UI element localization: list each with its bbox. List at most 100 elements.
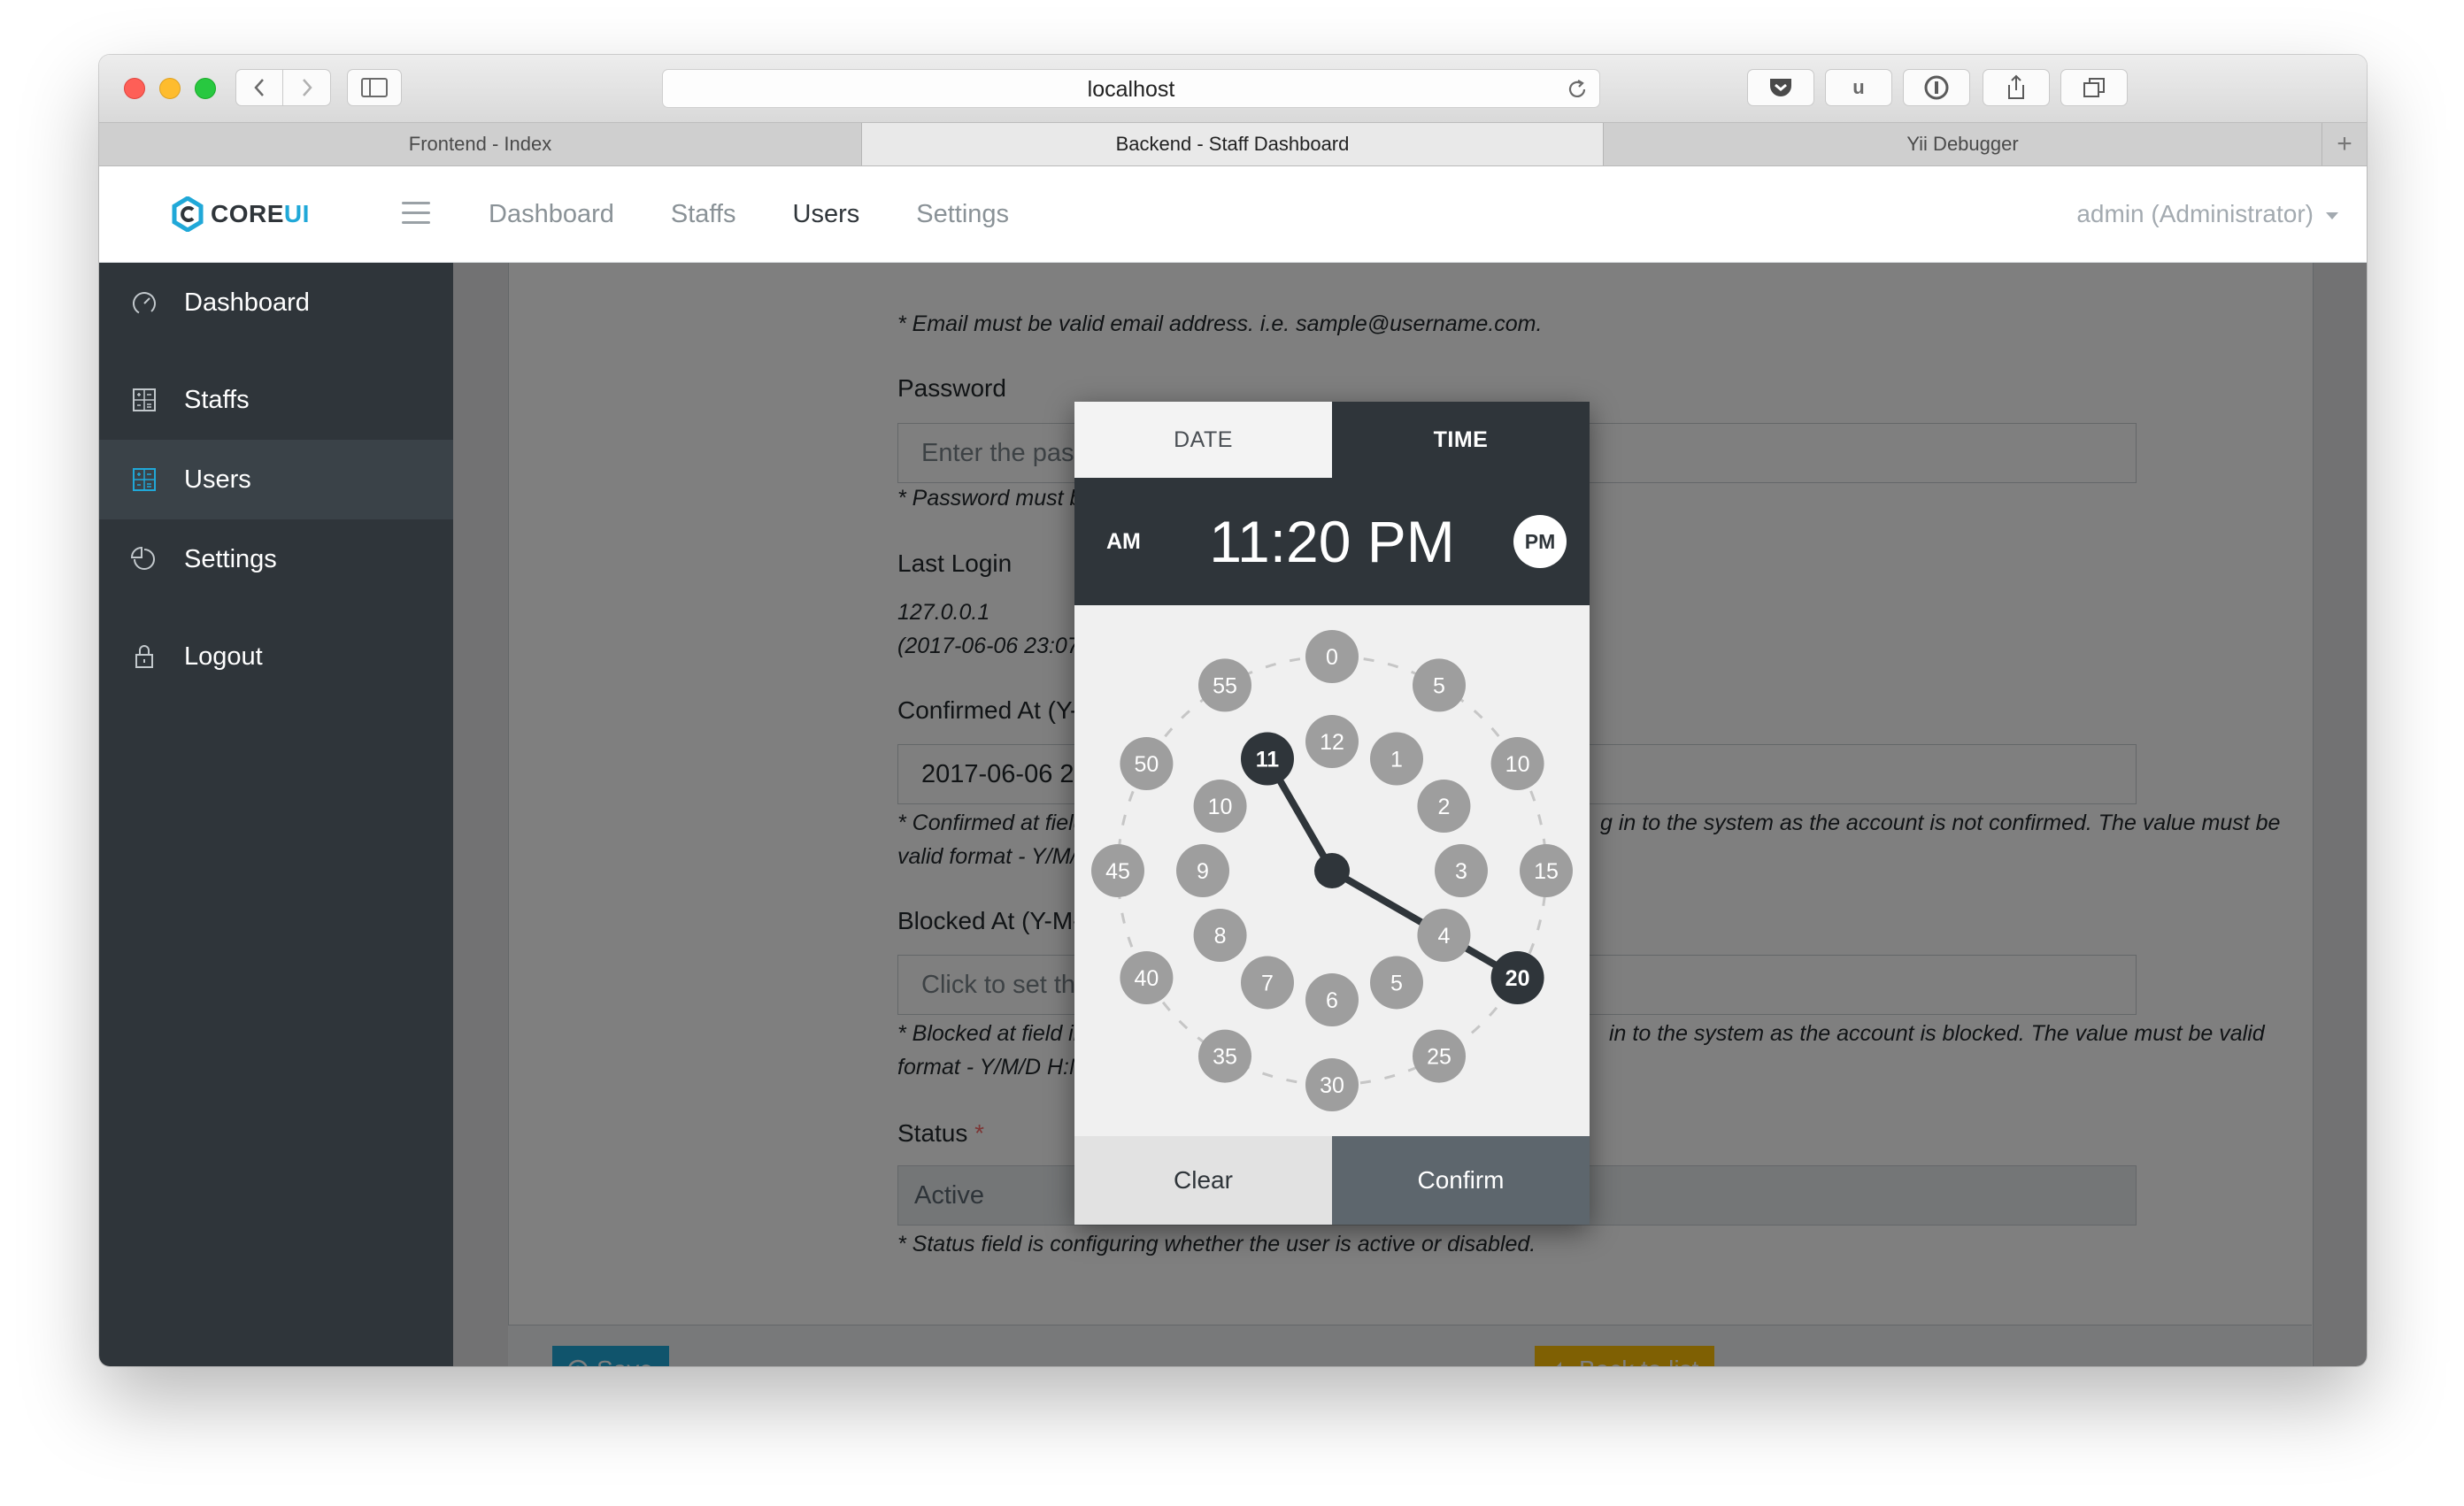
calculator-icon [133,388,156,411]
sidebar-item-label: Staffs [184,385,250,414]
sidebar-item-label: Logout [184,642,263,671]
tab-time[interactable]: TIME [1332,402,1590,478]
sidebar-toggler-icon[interactable] [402,202,430,225]
hour-bubble-6-label[interactable]: 6 [1326,988,1338,1013]
tabs-overview-icon [2083,78,2105,97]
hour-bubble-3-label[interactable]: 3 [1455,859,1467,884]
minute-bubble-10-label[interactable]: 10 [1505,752,1530,777]
app-header: COREUI Dashboard Staffs Users Settings a… [99,166,2367,263]
sidebar-item-label: Settings [184,544,277,573]
onepassword-button[interactable] [1903,69,1970,106]
tab-label: Backend - Staff Dashboard [1115,133,1350,155]
coreui-logo-icon [172,196,204,232]
lock-icon [135,645,153,668]
picker-footer: Clear Confirm [1074,1136,1590,1225]
minute-bubble-35-label[interactable]: 35 [1213,1045,1237,1070]
address-bar[interactable]: localhost [662,69,1600,108]
minute-bubble-0-label[interactable]: 0 [1326,645,1338,670]
browser-tab-strip: Frontend - Index Backend - Staff Dashboa… [99,123,2367,166]
hour-bubble-2-label[interactable]: 2 [1437,795,1450,819]
forward-button[interactable] [283,69,331,106]
clear-button[interactable]: Clear [1074,1136,1332,1225]
logo-ui: UI [283,200,310,227]
minute-bubble-50-label[interactable]: 50 [1135,752,1159,777]
ublock-button[interactable]: u [1825,69,1892,106]
sidebar-item-users[interactable]: Users [99,440,453,519]
hour-bubble-12-label[interactable]: 12 [1320,730,1344,755]
minute-bubble-25-label[interactable]: 25 [1427,1045,1451,1070]
minute-bubble-40-label[interactable]: 40 [1135,966,1159,991]
minute-bubble-30-label[interactable]: 30 [1320,1073,1344,1098]
speedometer-icon [132,292,156,315]
close-window-button[interactable] [124,78,145,99]
caret-down-icon [2326,211,2338,219]
nav-dashboard[interactable]: Dashboard [489,200,614,229]
sidebar-item-staffs[interactable]: Staffs [99,360,453,440]
coreui-logo[interactable]: COREUI [172,196,310,232]
picker-tabs: DATE TIME [1074,402,1590,478]
nav-staffs[interactable]: Staffs [671,200,736,229]
minimize-window-button[interactable] [159,78,181,99]
hour-bubble-10-label[interactable]: 10 [1208,795,1233,819]
reload-icon[interactable] [1566,78,1589,101]
onepassword-icon [1924,75,1949,100]
logo-text: COREUI [211,200,310,228]
top-nav: Dashboard Staffs Users Settings [489,166,1066,262]
zoom-window-button[interactable] [195,78,216,99]
tab-label: Frontend - Index [408,133,552,155]
plus-icon: + [2337,129,2352,158]
hour-bubble-7-label[interactable]: 7 [1261,971,1274,995]
pocket-icon [1770,79,1791,96]
hour-bubble-8-label[interactable]: 8 [1214,924,1227,949]
user-menu[interactable]: admin (Administrator) [2076,166,2338,262]
datetime-picker: DATE TIME AM 11:20 PM PM 0 5 10 15 20 25 30 35 4… [1074,402,1590,1225]
sidebar-toggle-button[interactable] [347,69,402,106]
minute-bubble-55-label[interactable]: 55 [1213,673,1237,698]
hour-bubble-11-label[interactable]: 11 [1256,748,1280,772]
tabs-overview-button[interactable] [2060,69,2128,106]
picker-header: AM 11:20 PM PM [1074,478,1590,605]
time-display: 11:20 PM [1209,509,1455,574]
sidebar-item-logout[interactable]: Logout [99,617,453,696]
chevron-right-icon [302,79,312,96]
url-text: localhost [1087,77,1175,102]
back-button[interactable] [235,69,283,106]
confirm-button[interactable]: Confirm [1332,1136,1590,1225]
hour-bubble-1-label[interactable]: 1 [1390,748,1403,772]
share-icon [2008,74,2024,99]
sidebar-item-dashboard[interactable]: Dashboard [99,263,453,342]
logo-core: CORE [211,200,284,227]
tab-backend-staff-dashboard[interactable]: Backend - Staff Dashboard [862,123,1604,165]
tab-frontend-index[interactable]: Frontend - Index [99,123,862,165]
new-tab-button[interactable]: + [2322,123,2367,165]
minute-bubble-45-label[interactable]: 45 [1105,859,1130,884]
sidebar-item-settings[interactable]: Settings [99,519,453,599]
hour-bubble-9-label[interactable]: 9 [1197,859,1209,884]
nav-settings[interactable]: Settings [916,200,1009,229]
minute-bubble-20-label[interactable]: 20 [1505,966,1530,991]
nav-users[interactable]: Users [793,200,860,229]
sidebar-icon [361,78,388,97]
browser-titlebar: localhost u [99,55,2367,123]
pm-toggle[interactable]: PM [1513,515,1567,568]
history-nav [235,69,331,106]
minute-bubble-15-label[interactable]: 15 [1534,859,1559,884]
tab-yii-debugger[interactable]: Yii Debugger [1604,123,2322,165]
ublock-icon: u [1852,76,1865,98]
clock-center-dot [1314,853,1350,888]
sidebar-item-label: Users [184,465,251,494]
share-button[interactable] [1983,69,2050,106]
chevron-left-icon [254,79,264,96]
pocket-button[interactable] [1747,69,1814,106]
tab-date[interactable]: DATE [1074,402,1332,478]
tab-label: Yii Debugger [1906,133,2019,155]
browser-window: localhost u Frontend - Index Backend - S… [99,55,2367,1366]
minute-bubble-5-label[interactable]: 5 [1433,673,1445,698]
hour-bubble-4-label[interactable]: 4 [1437,924,1450,949]
calculator-icon [133,468,156,491]
hour-bubble-5-label[interactable]: 5 [1390,971,1403,995]
user-name: admin (Administrator) [2076,200,2314,227]
clock-face[interactable]: 0510152025303540455055121234567891011 [1074,605,1590,1136]
sidebar-item-label: Dashboard [184,288,310,317]
sidebar: Dashboard Staffs Users Settings Logout [99,263,453,1366]
